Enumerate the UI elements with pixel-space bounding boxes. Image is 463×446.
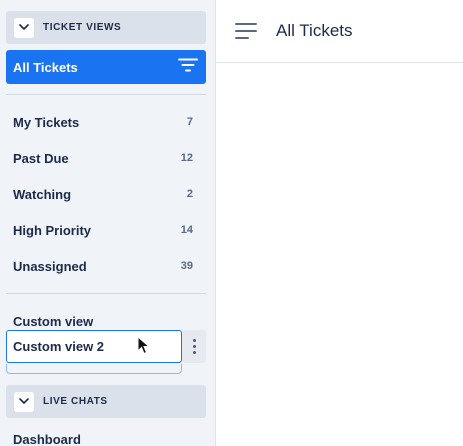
view-unassigned[interactable]: Unassigned 39 <box>13 256 193 276</box>
view-past-due[interactable]: Past Due 12 <box>13 148 193 168</box>
top-bar: All Tickets <box>216 0 463 63</box>
view-my-tickets[interactable]: My Tickets 7 <box>13 112 193 132</box>
live-chats-header[interactable]: LIVE CHATS <box>6 385 206 418</box>
kebab-icon[interactable] <box>182 330 206 363</box>
mouse-cursor-icon <box>137 336 151 355</box>
view-custom-view[interactable]: Custom view <box>13 311 193 331</box>
page-title: All Tickets <box>276 21 353 40</box>
drag-drop-indicator <box>6 364 182 374</box>
view-label: Watching <box>13 186 72 202</box>
view-high-priority[interactable]: High Priority 14 <box>13 220 193 240</box>
sidebar: TICKET VIEWS All Tickets My Tickets 7 Pa… <box>0 0 216 446</box>
view-count: 14 <box>180 224 193 236</box>
view-watching[interactable]: Watching 2 <box>13 184 193 204</box>
view-all-tickets[interactable]: All Tickets <box>6 50 206 84</box>
view-count: 39 <box>180 260 193 272</box>
sidebar-item-dashboard[interactable]: Dashboard <box>13 429 193 446</box>
dashboard-label: Dashboard <box>13 431 81 446</box>
view-count: 2 <box>186 188 193 200</box>
chevron-down-icon[interactable] <box>14 391 34 412</box>
rename-input-value: Custom view 2 <box>13 339 105 354</box>
hamburger-icon[interactable] <box>235 23 257 39</box>
ticket-views-header[interactable]: TICKET VIEWS <box>6 11 206 44</box>
filter-icon[interactable] <box>178 58 198 77</box>
view-count: 7 <box>186 116 193 128</box>
view-label: Custom view <box>13 313 94 329</box>
view-label: High Priority <box>13 222 92 238</box>
view-label: Unassigned <box>13 258 87 274</box>
ticket-views-label: TICKET VIEWS <box>43 22 122 33</box>
view-label: Past Due <box>13 150 69 166</box>
divider <box>6 293 206 294</box>
live-chats-label: LIVE CHATS <box>43 396 108 407</box>
custom-view-rename-input[interactable]: Custom view 2 <box>6 330 182 363</box>
chevron-down-icon[interactable] <box>14 17 34 38</box>
view-label: My Tickets <box>13 114 80 130</box>
main-content: All Tickets <box>216 0 463 446</box>
divider <box>6 94 206 95</box>
view-count: 12 <box>180 152 193 164</box>
view-all-tickets-label: All Tickets <box>13 59 78 75</box>
